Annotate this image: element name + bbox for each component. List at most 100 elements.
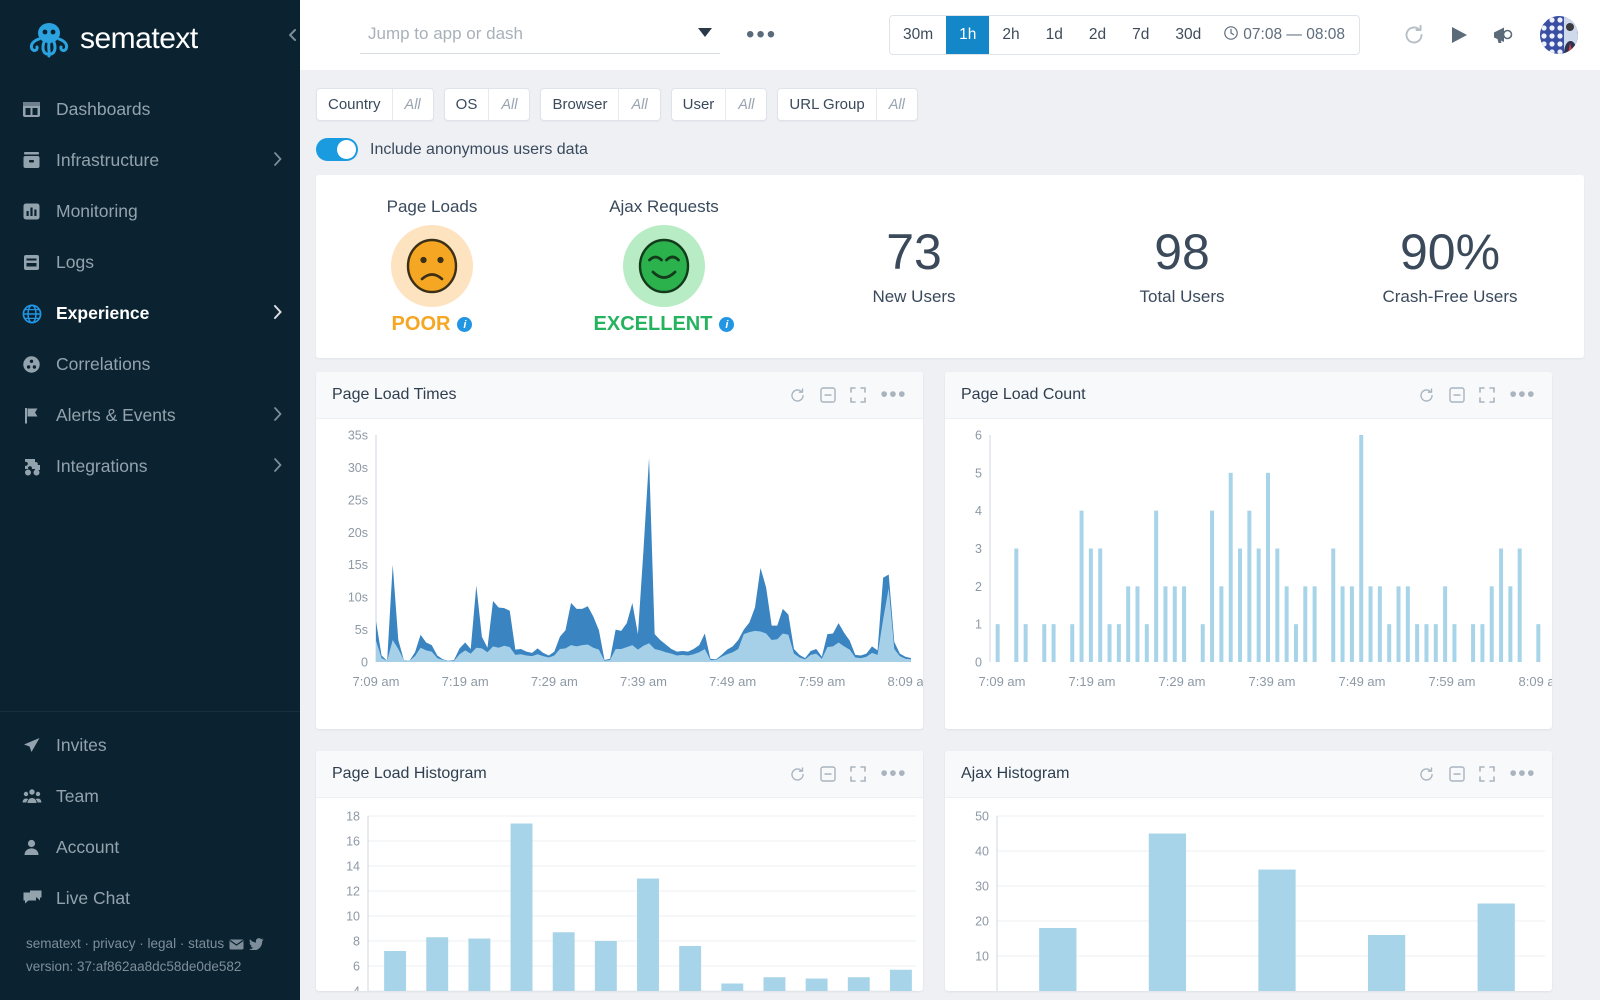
sidebar-item-experience[interactable]: Experience [0,288,300,339]
sidebar-item-label: Logs [56,252,282,273]
sidebar-item-account[interactable]: Account [0,822,300,873]
time-range-2d[interactable]: 2d [1076,16,1119,54]
svg-text:0: 0 [361,656,368,670]
card-tools: ••• [789,387,907,404]
time-range-30m[interactable]: 30m [890,16,946,54]
svg-text:10s: 10s [348,591,368,605]
sidebar-item-monitoring[interactable]: Monitoring [0,186,300,237]
kpi-caption: Page Loads [316,197,548,217]
page-load-histogram-plot: 4681012141618 [316,798,923,991]
sidebar-item-infrastructure[interactable]: Infrastructure [0,135,300,186]
svg-text:14: 14 [346,860,360,874]
toggle-knob [337,140,356,159]
filter-url-group[interactable]: URL Group All [777,88,917,121]
envelope-icon[interactable] [229,936,244,957]
chart-page-load-count[interactable]: 0123456 7:09 am7:19 am7:29 am7:39 am7:49… [945,419,1552,729]
chevron-down-icon[interactable] [698,28,712,37]
kpi-label: Crash-Free Users [1316,287,1584,307]
info-icon[interactable]: i [457,317,472,332]
more-options-icon[interactable]: ••• [880,391,907,399]
sidebar-item-live-chat[interactable]: Live Chat [0,873,300,924]
fullscreen-icon[interactable] [850,387,866,403]
sidebar-item-dashboards[interactable]: Dashboards [0,84,300,135]
chart-page-load-times[interactable]: 05s10s15s20s25s30s35s 7:09 am7:19 am7:29… [316,419,923,729]
filter-label: OS [445,89,489,120]
minimize-icon[interactable] [1449,766,1465,782]
more-options-icon[interactable]: ••• [1509,391,1536,399]
filter-country[interactable]: Country All [316,88,434,121]
svg-text:6: 6 [975,429,982,443]
sidebar-item-integrations[interactable]: Integrations [0,441,300,492]
more-options-icon[interactable]: ••• [1509,770,1536,778]
user-avatar[interactable] [1540,16,1578,54]
footer-link-status[interactable]: status [188,936,224,951]
minimize-icon[interactable] [820,766,836,782]
kpi-verdict: POOR i [316,313,548,336]
sidebar-item-alerts-events[interactable]: Alerts & Events [0,390,300,441]
card-page-load-times: Page Load Times ••• 05s10s15s20s25s30s35… [316,372,923,729]
kpi-value: 90% [1316,226,1584,279]
play-icon[interactable] [1448,24,1470,46]
sidebar-item-label: Alerts & Events [56,405,273,426]
y-axis-labels: 0123456 [975,429,982,670]
card-header: Page Load Times ••• [316,372,923,419]
filter-browser[interactable]: Browser All [540,88,660,121]
brand-logo[interactable]: sematext [0,0,300,70]
filter-value: All [876,89,917,120]
svg-text:7:49 am: 7:49 am [709,674,756,689]
collapse-sidebar-icon[interactable] [286,18,300,52]
refresh-icon[interactable] [789,387,806,404]
megaphone-icon[interactable] [1492,24,1518,46]
anonymous-users-toggle[interactable] [316,138,358,161]
card-page-load-histogram: Page Load Histogram ••• 4681012141618 [316,751,923,991]
paper-plane-icon [22,736,56,755]
y-axis-labels: 05s10s15s20s25s30s35s [348,429,368,670]
more-options-icon[interactable]: ••• [880,770,907,778]
footer-link-legal[interactable]: legal [148,936,177,951]
sidebar-item-label: Infrastructure [56,150,273,171]
fullscreen-icon[interactable] [850,766,866,782]
sidebar-item-team[interactable]: Team [0,771,300,822]
svg-text:6: 6 [353,960,360,974]
chart-ajax-histogram[interactable]: 1020304050 [945,798,1552,991]
custom-time-range[interactable]: 07:08 — 08:08 [1214,16,1359,54]
time-range-1d[interactable]: 1d [1033,16,1076,54]
minimize-icon[interactable] [1449,387,1465,403]
fullscreen-icon[interactable] [1479,387,1495,403]
time-range-7d[interactable]: 7d [1119,16,1162,54]
svg-text:16: 16 [346,835,360,849]
twitter-icon[interactable] [249,936,264,957]
globe-icon [22,304,56,324]
search-input[interactable] [360,16,720,54]
kpi-total-users: 98 Total Users [1048,226,1316,307]
refresh-icon[interactable] [1418,766,1435,783]
sidebar-item-invites[interactable]: Invites [0,720,300,771]
card-ajax-histogram: Ajax Histogram ••• 1020304050 [945,751,1552,991]
chart-page-load-histogram[interactable]: 4681012141618 [316,798,923,991]
kpi-label: Total Users [1048,287,1316,307]
info-icon[interactable]: i [719,317,734,332]
fullscreen-icon[interactable] [1479,766,1495,782]
more-options-icon[interactable]: ••• [746,30,777,40]
y-axis-labels: 4681012141618 [346,810,360,992]
sidebar-item-correlations[interactable]: Correlations [0,339,300,390]
top-header: ••• 30m 1h 2h 1d 2d 7d 30d 07:08 — 08:08 [300,0,1600,70]
svg-text:30: 30 [975,880,989,894]
sidebar-item-logs[interactable]: Logs [0,237,300,288]
footer-link-privacy[interactable]: privacy [93,936,136,951]
filter-user[interactable]: User All [671,88,768,121]
footer-link-sematext[interactable]: sematext [26,936,81,951]
time-range-1h[interactable]: 1h [946,16,989,54]
minimize-icon[interactable] [820,387,836,403]
dashboards-icon [22,100,56,119]
svg-text:3: 3 [975,542,982,556]
filter-os[interactable]: OS All [444,88,531,121]
time-range-30d[interactable]: 30d [1162,16,1214,54]
refresh-icon[interactable] [789,766,806,783]
refresh-icon[interactable] [1402,23,1426,47]
flag-icon [22,406,56,425]
time-range-2h[interactable]: 2h [989,16,1032,54]
svg-text:2: 2 [975,580,982,594]
refresh-icon[interactable] [1418,387,1435,404]
bars [996,435,1541,662]
